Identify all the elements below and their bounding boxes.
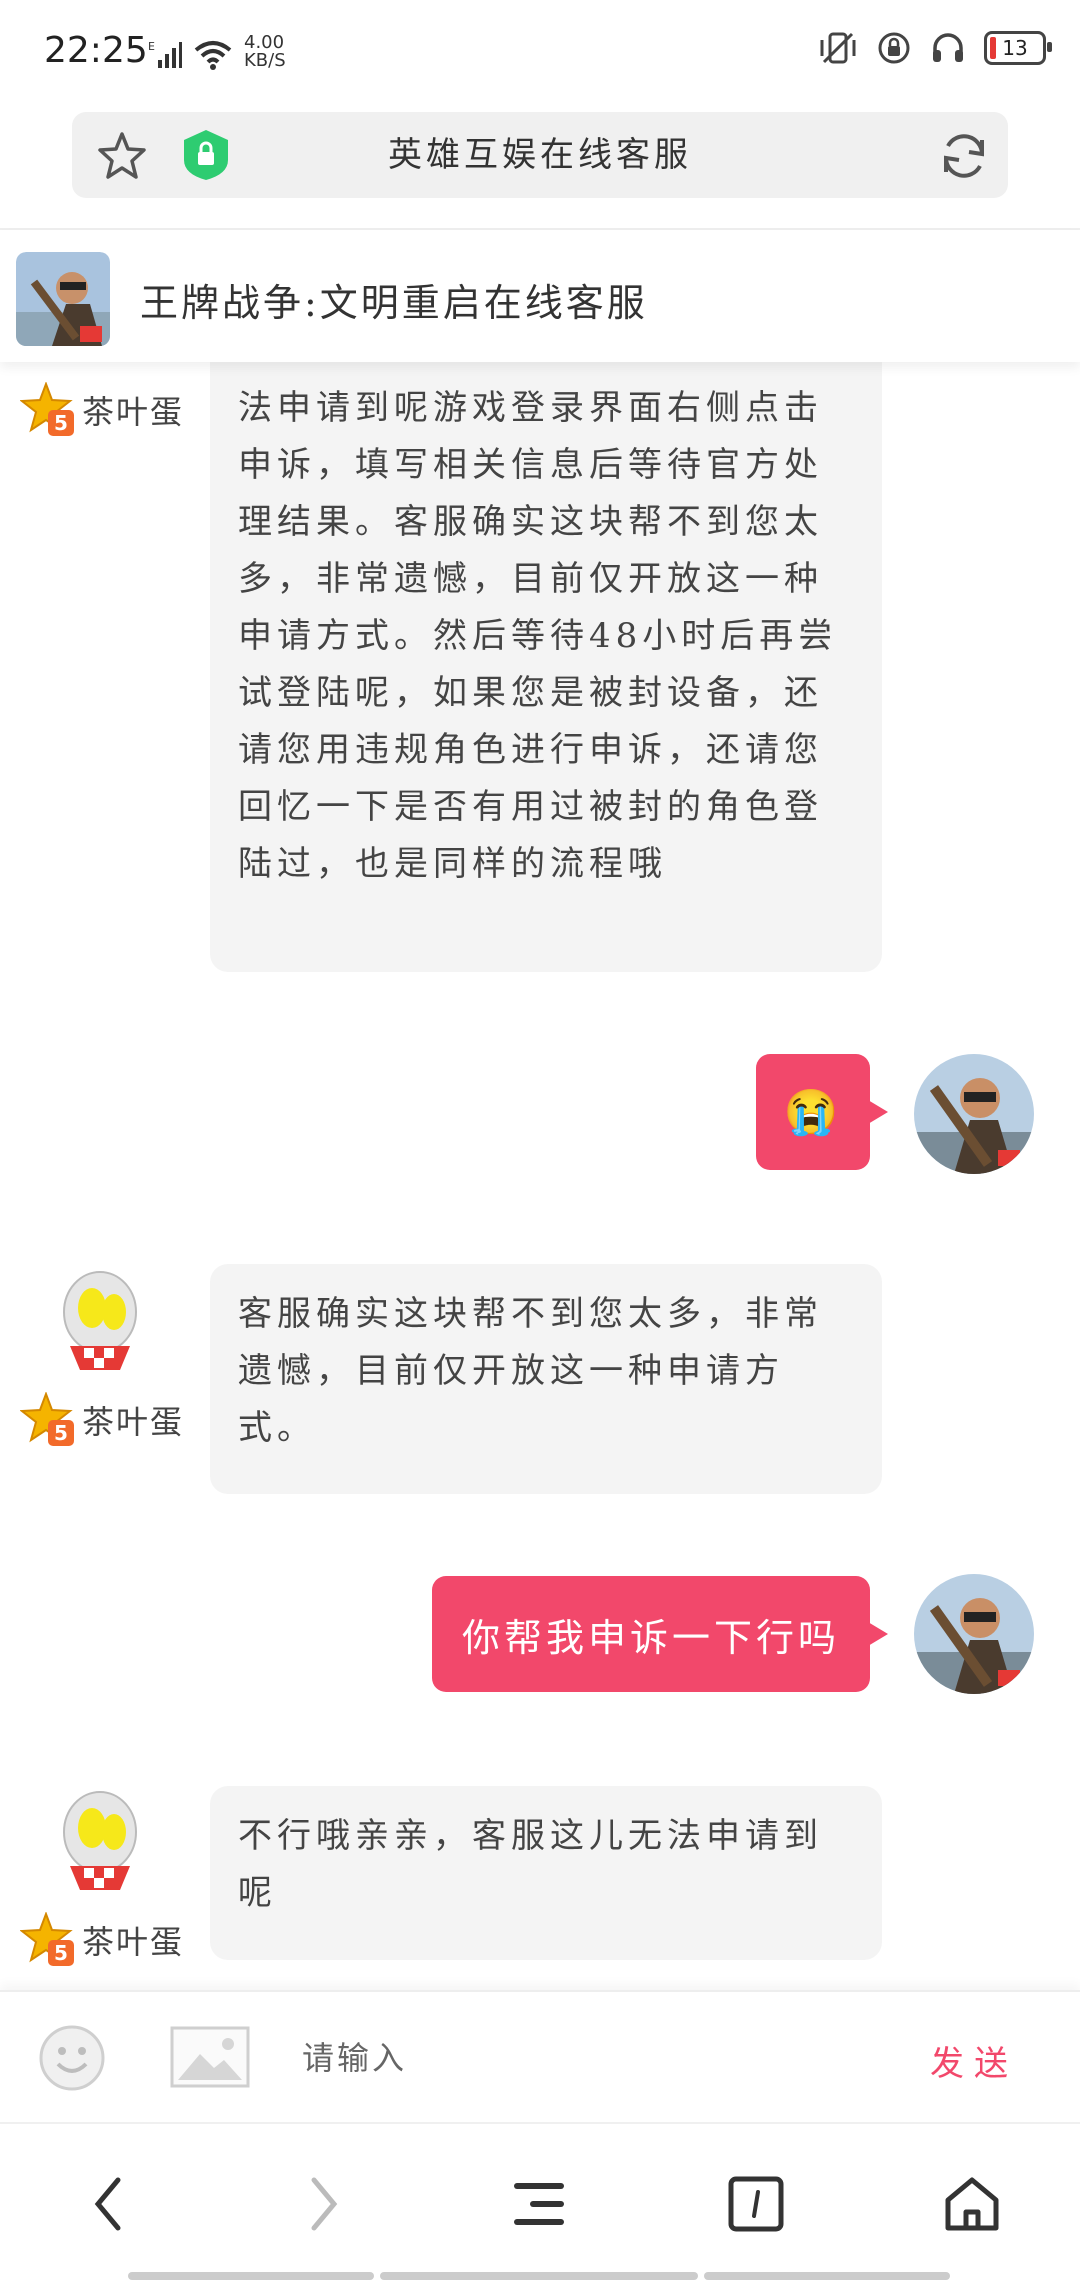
- user-avatar: [914, 1574, 1034, 1694]
- agent-label: 5 茶叶蛋: [20, 382, 184, 438]
- send-button[interactable]: 发送: [930, 2036, 1018, 2085]
- chevron-left-icon: [94, 2177, 121, 2231]
- address-bar[interactable]: 英雄互娱在线客服: [72, 112, 1008, 198]
- vibrate-off-icon: [820, 32, 856, 64]
- user-message: 你帮我申诉一下行吗: [432, 1576, 888, 1692]
- battery-low-level: [990, 37, 996, 59]
- home-button[interactable]: [940, 2172, 1004, 2236]
- status-time: 22:25: [44, 30, 148, 71]
- chevron-right-icon: [311, 2177, 338, 2231]
- agent-name: 茶叶蛋: [82, 1403, 185, 1441]
- rotation-lock-icon: [878, 32, 910, 64]
- status-left-icons: E 4.00 KB/S: [148, 34, 286, 70]
- user-message: 😭: [756, 1054, 888, 1170]
- agent-avatar: [63, 1271, 137, 1370]
- message-input[interactable]: [300, 2022, 864, 2094]
- gesture-bar-segment: [128, 2272, 374, 2280]
- svg-text:5: 5: [54, 411, 68, 435]
- refresh-icon[interactable]: [938, 130, 990, 182]
- svg-text:E: E: [148, 40, 155, 53]
- tabs-icon: [728, 2176, 784, 2232]
- agent-message: 不行哦亲亲，客服这儿无法申请到呢: [210, 1786, 882, 1960]
- agent-label: 5 茶叶蛋: [20, 1392, 184, 1448]
- emoji-icon[interactable]: [38, 2024, 106, 2092]
- agent-star-badge-icon: 5: [20, 382, 74, 436]
- game-avatar: [16, 252, 110, 346]
- status-right-icons: 13: [818, 30, 1052, 66]
- agent-star-badge-icon: 5: [20, 1392, 74, 1446]
- svg-text:5: 5: [54, 1941, 68, 1965]
- menu-icon: [514, 2183, 564, 2225]
- headphones-icon: [933, 33, 963, 62]
- chat-messages[interactable]: 5 茶叶蛋 法申请到呢游戏登录界面右侧点击申诉，填写相关信息后等待官方处理结果。…: [0, 362, 1080, 1990]
- page-title: 英雄互娱在线客服: [388, 135, 692, 175]
- menu-button[interactable]: [508, 2172, 572, 2236]
- chat-header: 王牌战争:文明重启在线客服: [0, 230, 1080, 362]
- browser-bottom-nav: [0, 2122, 1080, 2282]
- battery-percent: 13: [1002, 36, 1028, 60]
- home-icon: [945, 2177, 999, 2231]
- battery-indicator: 13: [984, 31, 1052, 65]
- agent-message: 客服确实这块帮不到您太多，非常遗憾，目前仅开放这一种申请方式。: [210, 1264, 882, 1494]
- user-avatar: [914, 1054, 1034, 1174]
- chat-title: 王牌战争:文明重启在线客服: [140, 281, 648, 325]
- agent-avatar: [63, 1791, 137, 1890]
- network-speed: 4.00 KB/S: [244, 34, 286, 70]
- image-upload-icon[interactable]: [170, 2026, 250, 2088]
- svg-text:5: 5: [54, 1421, 68, 1445]
- wifi-icon: [194, 41, 232, 70]
- forward-button[interactable]: [292, 2172, 356, 2236]
- tabs-button[interactable]: [724, 2172, 788, 2236]
- agent-name: 茶叶蛋: [82, 393, 185, 431]
- network-speed-unit: KB/S: [244, 50, 286, 71]
- back-button[interactable]: [76, 2172, 140, 2236]
- agent-name: 茶叶蛋: [82, 1923, 185, 1961]
- gesture-bar-segment: [380, 2272, 698, 2280]
- agent-star-badge-icon: 5: [20, 1912, 74, 1966]
- status-bar: 22:25 E 4.00 KB/S 13: [0, 0, 1080, 100]
- agent-message: 法申请到呢游戏登录界面右侧点击申诉，填写相关信息后等待官方处理结果。客服确实这块…: [210, 362, 882, 972]
- browser-toolbar: 英雄互娱在线客服: [0, 100, 1080, 230]
- agent-label: 5 茶叶蛋: [20, 1912, 184, 1968]
- cellular-signal-icon: E: [148, 40, 182, 68]
- gesture-bar-segment: [704, 2272, 950, 2280]
- message-input-bar: 发送: [0, 1990, 1080, 2124]
